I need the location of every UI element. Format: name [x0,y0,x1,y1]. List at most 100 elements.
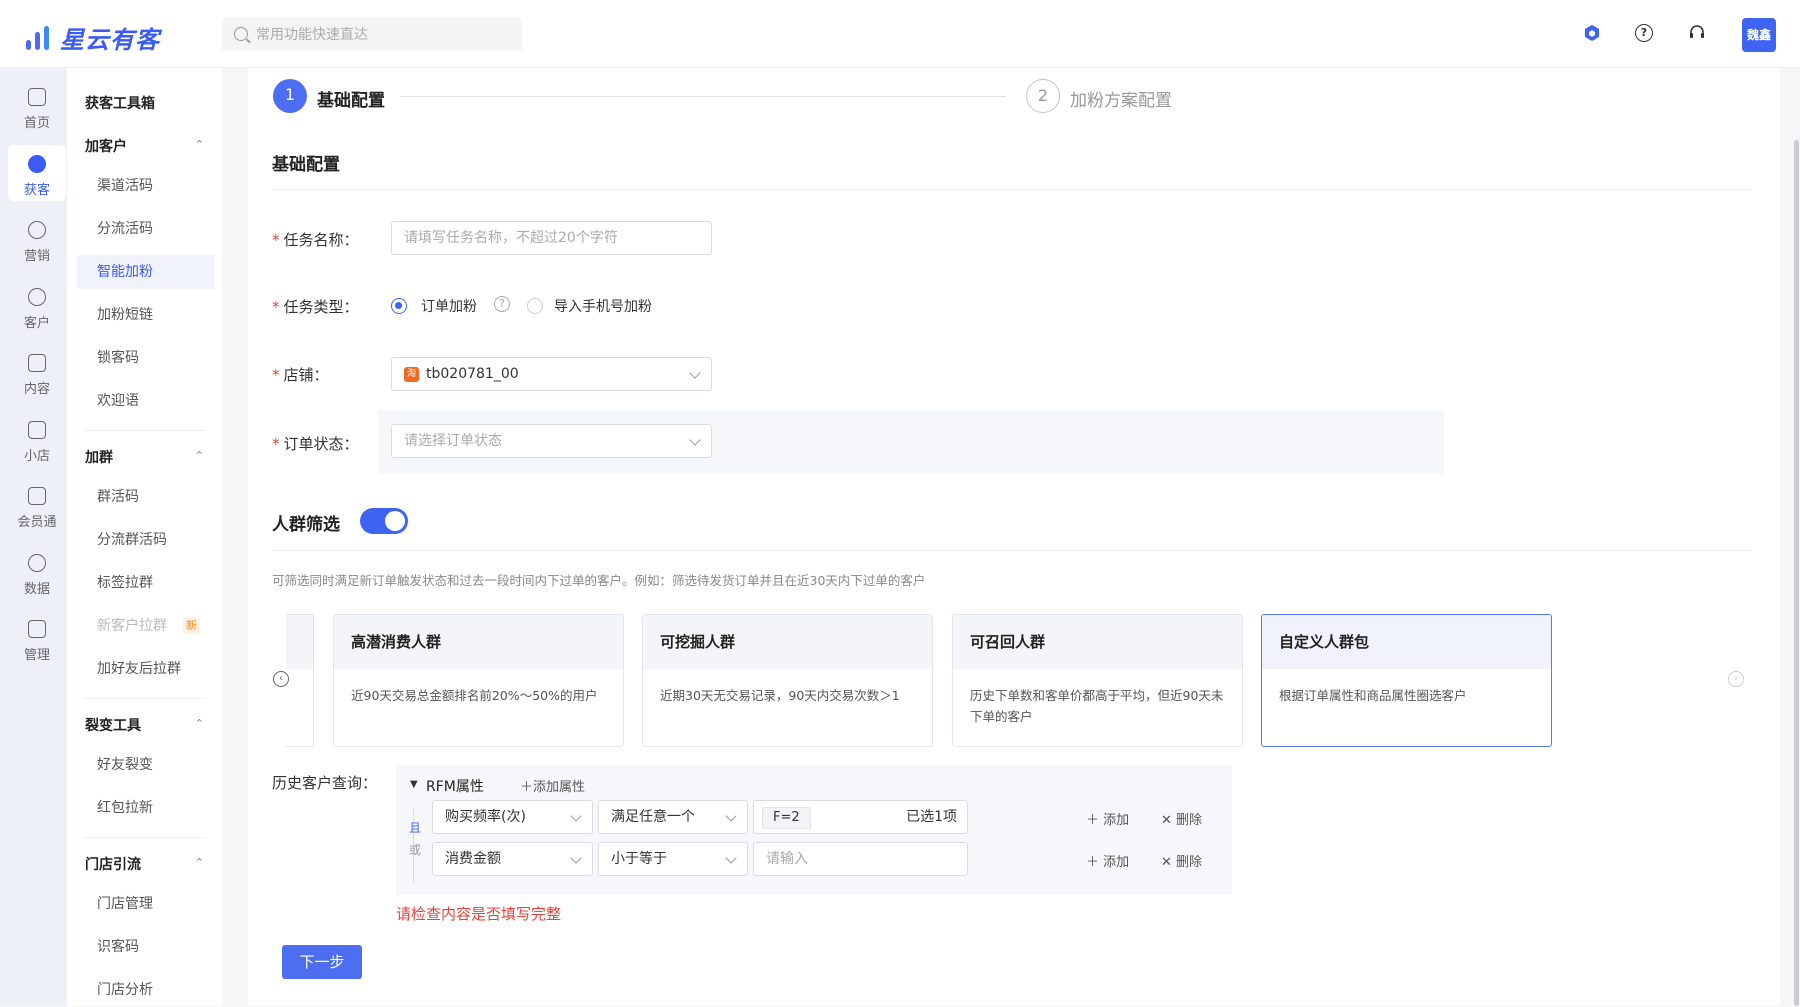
group-add-group[interactable]: 加群 [85,447,113,467]
chevron-up-icon[interactable]: ⌃ [195,856,204,869]
radio-order-add[interactable] [391,298,407,314]
nav-label: 数据 [23,582,50,597]
group-fission[interactable]: 裂变工具 [85,715,141,735]
menu-lock-code[interactable]: 锁客码 [77,341,214,375]
chevron-up-icon[interactable]: ⌃ [195,717,204,730]
logo-icon [24,24,54,52]
card-desc: 近期30天无交易记录，90天内交易次数＞1 [660,688,900,703]
logic-and[interactable]: 且 [409,819,421,836]
search-placeholder: 常用功能快速直达 [256,27,368,43]
delete-condition-button[interactable]: ✕ 删除 [1161,851,1202,870]
next-button[interactable]: 下一步 [282,945,362,979]
menu-friend-group[interactable]: 加好友后拉群 [77,652,214,686]
radio-phone-import[interactable] [527,298,543,314]
crowd-card[interactable]: 可召回人群 历史下单数和客单价都高于平均，但近90天未下单的客户 [952,614,1243,747]
carousel-next-icon[interactable]: › [1728,671,1744,687]
menu-welcome[interactable]: 欢迎语 [77,384,214,418]
delete-condition-button[interactable]: ✕ 删除 [1161,809,1202,828]
rfm-value-input[interactable]: 请输入 [753,842,968,876]
menu-new-customer-group[interactable]: 新客户拉群新 [77,609,214,643]
member-icon [28,487,46,505]
menu-smart-add[interactable]: 智能加粉 [77,255,214,289]
rfm-operator-select[interactable]: 满足任意一个 [598,800,748,834]
plus-icon: ＋ [1086,813,1104,828]
app-logo[interactable]: 星云有客 [24,20,160,55]
history-query-box: ▼ RFM属性 ＋添加属性 且 或 购买频率(次) 满足任意一个 F=2 已选1… [396,765,1232,895]
cube-icon[interactable] [1583,24,1601,42]
page-scrollbar[interactable] [1794,140,1799,1006]
nav-marketing[interactable]: 营销 [8,211,66,267]
required-mark: * [272,435,280,453]
delete-label: 删除 [1176,813,1203,828]
nav-manage[interactable]: 管理 [8,610,66,666]
nav-acquire[interactable]: 获客 [8,145,66,201]
nav-label: 会员通 [17,515,57,530]
menu-redpacket[interactable]: 红包拉新 [77,791,214,825]
chevron-up-icon[interactable]: ⌃ [195,138,204,151]
chevron-down-icon [570,852,582,864]
avatar[interactable]: 魏鑫 [1742,18,1776,52]
menu-channel-code[interactable]: 渠道活码 [77,169,214,203]
carousel-prev-icon[interactable]: ‹ [273,671,289,687]
headset-icon[interactable] [1688,24,1706,42]
field-value: 购买频率(次) [445,809,526,825]
radio-order-add-label[interactable]: 订单加粉 [421,296,477,316]
label-text: 店铺： [283,366,329,384]
crowd-filter-title: 人群筛选 [272,515,340,535]
chevron-up-icon[interactable]: ⌃ [195,449,204,462]
label-text: 订单状态： [283,435,359,453]
crowd-filter-desc: 可筛选同时满足新订单触发状态和过去一段时间内下过单的客户。例如：筛选待发货订单并… [272,573,926,588]
nav-customer[interactable]: 客户 [8,278,66,334]
main-panel: 1 基础配置 2 加粉方案配置 基础配置 * 任务名称： 请填写任务名称，不超过2… [248,68,1780,1006]
crowd-card-selected[interactable]: 自定义人群包 根据订单属性和商品属性圈选客户 [1261,614,1552,747]
add-user-icon [28,155,46,173]
radio-phone-import-label[interactable]: 导入手机号加粉 [554,296,652,316]
nav-home[interactable]: 首页 [8,78,66,134]
operator-value: 小于等于 [611,851,667,867]
menu-split-code[interactable]: 分流活码 [77,212,214,246]
crowd-card[interactable]: 高潜消费人群 近90天交易总金额排名前20%～50%的用户 [333,614,624,747]
order-status-label: * 订单状态： [272,433,359,454]
home-icon [28,88,46,106]
group-add-customer[interactable]: 加客户 [85,136,127,156]
help-icon[interactable]: ? [1635,24,1653,42]
menu-tag-group[interactable]: 标签拉群 [77,566,214,600]
logic-or[interactable]: 或 [409,841,421,858]
group-store[interactable]: 门店引流 [85,854,141,874]
menu-group-code[interactable]: 群活码 [77,480,214,514]
card-desc: 历史下单数和客单价都高于平均，但近90天未下单的客户 [970,688,1224,724]
card-title: 自定义人群包 [1262,615,1551,669]
rfm-operator-select[interactable]: 小于等于 [598,842,748,876]
order-status-select[interactable]: 请选择订单状态 [391,424,712,458]
add-attribute-button[interactable]: ＋添加属性 [520,776,585,795]
shop-icon [28,421,46,439]
chevron-down-icon [689,434,701,446]
shop-value: tb020781_00 [426,366,519,382]
nav-data[interactable]: 数据 [8,544,66,600]
search-input[interactable]: 常用功能快速直达 [222,17,522,51]
chevron-down-icon [689,367,701,379]
caret-down-icon[interactable]: ▼ [410,779,418,790]
nav-label: 首页 [23,116,50,131]
menu-store-analysis[interactable]: 门店分析 [77,973,214,1007]
add-condition-button[interactable]: ＋ 添加 [1086,809,1129,828]
task-name-input[interactable]: 请填写任务名称，不超过20个字符 [391,221,712,255]
add-condition-button[interactable]: ＋ 添加 [1086,851,1129,870]
rfm-field-select[interactable]: 消费金额 [432,842,593,876]
nav-shop[interactable]: 小店 [8,411,66,467]
menu-store-manage[interactable]: 门店管理 [77,887,214,921]
nav-content[interactable]: 内容 [8,344,66,400]
menu-short-link[interactable]: 加粉短链 [77,298,214,332]
rfm-field-select[interactable]: 购买频率(次) [432,800,593,834]
crowd-card[interactable]: 可挖掘人群 近期30天无交易记录，90天内交易次数＞1 [642,614,933,747]
menu-recognize-code[interactable]: 识客码 [77,930,214,964]
nav-member[interactable]: 会员通 [8,477,66,533]
menu-split-group-code[interactable]: 分流群活码 [77,523,214,557]
shop-select[interactable]: 淘 tb020781_00 [391,357,712,391]
crowd-filter-toggle[interactable] [360,508,408,534]
rfm-value-select[interactable]: F=2 已选1项 [753,800,968,834]
delete-label: 删除 [1176,855,1203,870]
menu-friend-fission[interactable]: 好友裂变 [77,748,214,782]
divider [85,698,205,699]
help-icon[interactable]: ? [494,296,510,312]
